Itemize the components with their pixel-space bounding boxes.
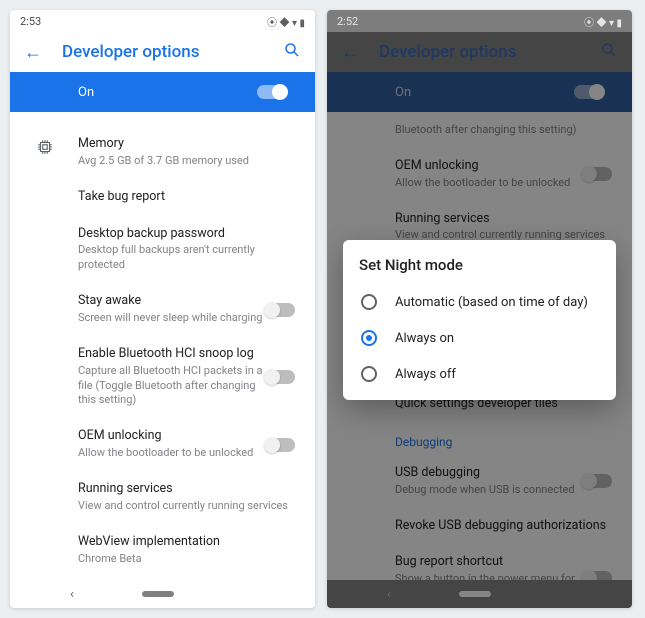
settings-list[interactable]: MemoryAvg 2.5 GB of 3.7 GB memory used T… (10, 112, 315, 580)
page-title: Developer options (62, 42, 263, 62)
night-mode-dialog: Set Night mode Automatic (based on time … (343, 240, 616, 400)
status-time: 2:53 (20, 15, 41, 28)
item-sub: Capture all Bluetooth HCI packets in a f… (78, 364, 265, 409)
item-sub: Allow the bootloader to be unlocked (78, 446, 265, 461)
item-sub: Chrome Beta (78, 552, 295, 567)
option-label: Always off (395, 367, 456, 382)
item-backup-password[interactable]: Desktop backup passwordDesktop full back… (10, 216, 315, 284)
item-bt-snoop[interactable]: Enable Bluetooth HCI snoop logCapture al… (10, 336, 315, 418)
radio-icon[interactable] (361, 330, 377, 346)
item-memory[interactable]: MemoryAvg 2.5 GB of 3.7 GB memory used (10, 126, 315, 179)
master-toggle[interactable] (257, 85, 287, 99)
item-running-services[interactable]: Running servicesView and control current… (10, 471, 315, 524)
master-toggle-label: On (78, 85, 94, 100)
status-bar: 2:52 ⦿ ◆ ▾ ▮ (327, 10, 632, 32)
nav-bar: ‹ (10, 580, 315, 608)
toggle-bt-snoop[interactable] (265, 370, 295, 384)
item-title: Desktop backup password (78, 226, 295, 243)
item-oem-unlock[interactable]: OEM unlockingAllow the bootloader to be … (10, 418, 315, 471)
item-sub: Avg 2.5 GB of 3.7 GB memory used (78, 154, 295, 169)
phone-left: 2:53 ⦿ ◆ ▾ ▮ ← Developer options On Memo… (10, 10, 315, 608)
item-title: WebView implementation (78, 534, 295, 551)
radio-icon[interactable] (361, 294, 377, 310)
option-always-on[interactable]: Always on (359, 320, 600, 356)
item-bug-report[interactable]: Take bug report (10, 179, 315, 216)
item-title: Enable Bluetooth HCI snoop log (78, 346, 265, 363)
status-icons: ⦿ ◆ ▾ ▮ (267, 14, 305, 29)
item-stay-awake[interactable]: Stay awakeScreen will never sleep while … (10, 283, 315, 336)
item-title: Stay awake (78, 293, 265, 310)
toggle-oem[interactable] (265, 438, 295, 452)
option-automatic[interactable]: Automatic (based on time of day) (359, 284, 600, 320)
back-arrow-icon[interactable]: ← (24, 42, 42, 63)
item-title: OEM unlocking (78, 428, 265, 445)
master-toggle-bar[interactable]: On (10, 72, 315, 112)
toggle-stay-awake[interactable] (265, 303, 295, 317)
status-bar: 2:53 ⦿ ◆ ▾ ▮ (10, 10, 315, 32)
status-icons: ⦿ ◆ ▾ ▮ (584, 14, 622, 29)
nav-home-pill[interactable] (142, 591, 174, 597)
phone-right: 2:52 ⦿ ◆ ▾ ▮ ← Developer options On Blue… (327, 10, 632, 608)
dialog-title: Set Night mode (359, 256, 600, 274)
option-label: Automatic (based on time of day) (395, 295, 588, 310)
app-bar: ← Developer options (10, 32, 315, 72)
item-title: Memory (78, 136, 295, 153)
item-sub: Screen will never sleep while charging (78, 311, 265, 326)
item-title: Running services (78, 481, 295, 498)
status-time: 2:52 (337, 15, 358, 28)
memory-chip-icon (36, 138, 54, 156)
item-sub: Desktop full backups aren't currently pr… (78, 243, 295, 273)
nav-back-icon[interactable]: ‹ (70, 587, 74, 602)
item-auto-updates[interactable]: Automatic system updatesApply updates wh… (10, 576, 315, 580)
item-title: Take bug report (78, 189, 295, 206)
option-always-off[interactable]: Always off (359, 356, 600, 392)
search-icon[interactable] (283, 41, 301, 63)
item-webview[interactable]: WebView implementationChrome Beta (10, 524, 315, 577)
radio-icon[interactable] (361, 366, 377, 382)
option-label: Always on (395, 331, 454, 346)
item-sub: View and control currently running servi… (78, 499, 295, 514)
